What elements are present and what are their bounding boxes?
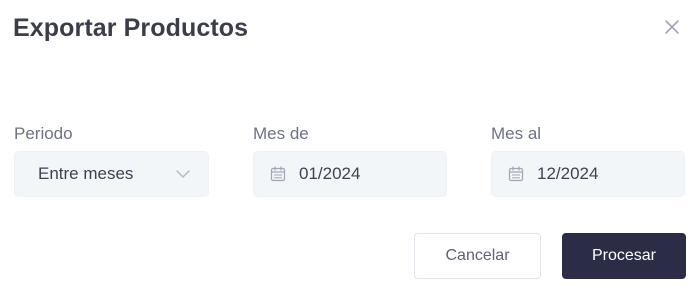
close-icon — [665, 20, 679, 34]
dialog-title: Exportar Productos — [13, 14, 249, 42]
chevron-down-icon — [176, 170, 190, 178]
month-from-label: Mes de — [253, 124, 309, 143]
close-button[interactable] — [661, 16, 683, 38]
month-from-value: 01/2024 — [299, 164, 361, 183]
month-from-input[interactable]: 01/2024 — [253, 151, 447, 197]
period-select[interactable]: Entre meses — [14, 151, 209, 197]
month-to-label: Mes al — [491, 124, 542, 143]
process-button[interactable]: Procesar — [562, 233, 686, 279]
cancel-button[interactable]: Cancelar — [414, 233, 541, 279]
calendar-icon — [270, 166, 286, 182]
period-select-value: Entre meses — [38, 164, 134, 183]
period-label: Periodo — [14, 124, 73, 143]
month-to-value: 12/2024 — [537, 164, 599, 183]
export-products-dialog: Exportar Productos Periodo Mes de Mes al… — [0, 0, 700, 300]
calendar-icon — [508, 166, 524, 182]
month-to-input[interactable]: 12/2024 — [491, 151, 685, 197]
